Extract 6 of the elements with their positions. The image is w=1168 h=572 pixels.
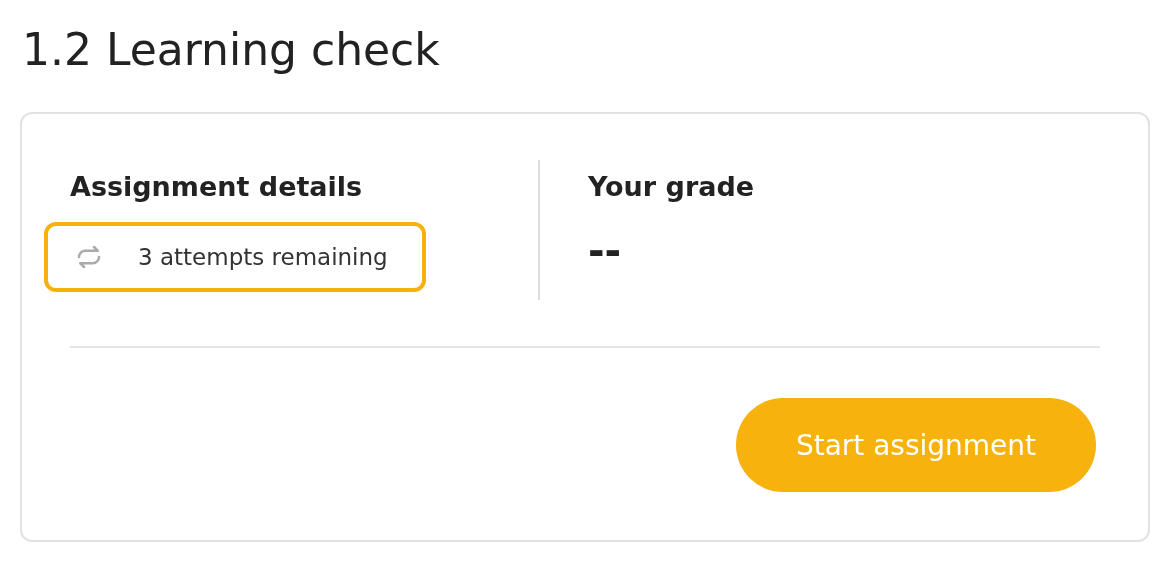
start-assignment-button[interactable]: Start assignment <box>736 398 1096 492</box>
grade-value: -- <box>588 228 623 274</box>
section-heading: Your grade <box>588 170 755 204</box>
attempts-text: 3 attempts remaining <box>138 244 388 270</box>
page-title: 1.2 Learning check <box>22 23 441 77</box>
section-heading: Assignment details <box>70 170 364 204</box>
